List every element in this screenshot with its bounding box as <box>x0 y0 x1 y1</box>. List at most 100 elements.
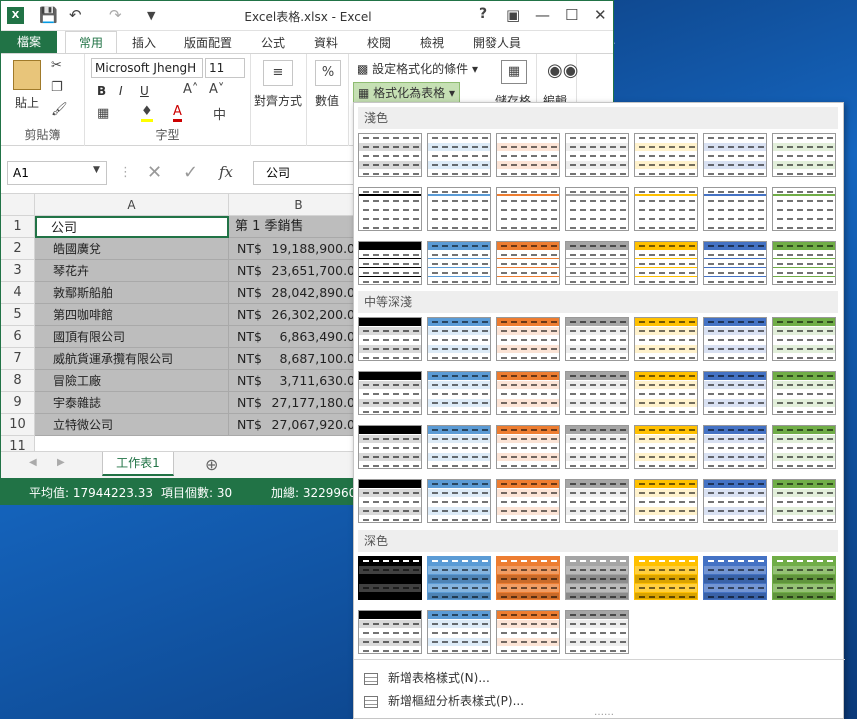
table-style-swatch[interactable] <box>496 241 560 285</box>
format-as-table-button[interactable]: ▦ 格式化為表格 ▾ <box>353 82 461 103</box>
row-header[interactable]: 4 <box>1 282 35 304</box>
cell-a1[interactable]: 公司 <box>35 216 229 238</box>
new-table-style-item[interactable]: 新增表格樣式(N)... <box>364 669 490 686</box>
table-style-swatch[interactable] <box>358 610 422 654</box>
table-style-swatch[interactable] <box>565 610 629 654</box>
tab-formulas[interactable]: 公式 <box>261 34 285 51</box>
table-style-swatch[interactable] <box>496 133 560 177</box>
conditional-formatting-button[interactable]: ▩ 設定格式化的條件 ▾ <box>357 60 478 77</box>
table-style-swatch[interactable] <box>565 425 629 469</box>
tab-data[interactable]: 資料 <box>314 34 338 51</box>
table-style-swatch[interactable] <box>427 187 491 231</box>
table-style-swatch[interactable] <box>634 187 698 231</box>
tab-review[interactable]: 校閱 <box>367 34 391 51</box>
sales-cell[interactable]: NT$ 8,687,100.0 <box>229 348 355 370</box>
table-style-swatch[interactable] <box>703 187 767 231</box>
scroll-right-icon[interactable]: ▶ <box>57 457 65 468</box>
table-style-swatch[interactable] <box>772 479 836 523</box>
sales-cell[interactable]: NT$ 3,711,630.0 <box>229 370 355 392</box>
row-header[interactable]: 5 <box>1 304 35 326</box>
table-style-swatch[interactable] <box>565 556 629 600</box>
company-cell[interactable]: 國頂有限公司 <box>35 326 229 348</box>
table-style-swatch[interactable] <box>358 479 422 523</box>
sheet-tab[interactable]: 工作表1 <box>102 452 174 476</box>
new-pivot-style-item[interactable]: 新增樞紐分析表樣式(P)... <box>364 692 524 709</box>
table-style-swatch[interactable] <box>496 317 560 361</box>
paste-button[interactable]: 貼上 <box>15 94 39 111</box>
alignment-icon[interactable]: ≡ <box>263 60 293 86</box>
table-style-swatch[interactable] <box>772 556 836 600</box>
copy-icon[interactable]: ❐ <box>51 80 63 95</box>
maximize-button[interactable]: ☐ <box>565 6 578 24</box>
table-style-swatch[interactable] <box>358 317 422 361</box>
table-style-swatch[interactable] <box>427 479 491 523</box>
table-style-swatch[interactable] <box>634 241 698 285</box>
column-header-b[interactable]: B <box>229 194 369 216</box>
tab-file[interactable]: 檔案 <box>1 31 57 53</box>
resize-grip-icon[interactable]: …… <box>594 707 614 718</box>
select-all-corner[interactable] <box>1 194 35 216</box>
table-style-swatch[interactable] <box>427 425 491 469</box>
alignment-button[interactable]: 對齊方式 <box>254 92 302 109</box>
tab-insert[interactable]: 插入 <box>132 34 156 51</box>
phonetic-icon[interactable]: 中 <box>213 104 226 123</box>
row-header[interactable]: 3 <box>1 260 35 282</box>
sales-cell[interactable]: NT$ 26,302,200.0 <box>229 304 355 326</box>
cell-b1[interactable]: 第 1 季銷售 <box>229 216 355 238</box>
row-header[interactable]: 8 <box>1 370 35 392</box>
row-header[interactable]: 6 <box>1 326 35 348</box>
cancel-icon[interactable]: ✕ <box>147 162 162 183</box>
table-style-swatch[interactable] <box>703 317 767 361</box>
table-style-swatch[interactable] <box>703 133 767 177</box>
company-cell[interactable]: 威航貨運承攬有限公司 <box>35 348 229 370</box>
enter-icon[interactable]: ✓ <box>183 162 198 183</box>
table-style-swatch[interactable] <box>565 187 629 231</box>
table-style-swatch[interactable] <box>634 479 698 523</box>
add-sheet-icon[interactable]: ⊕ <box>205 455 218 474</box>
minimize-button[interactable]: — <box>535 6 550 24</box>
company-cell[interactable]: 第四咖啡館 <box>35 304 229 326</box>
row-header[interactable]: 2 <box>1 238 35 260</box>
table-style-swatch[interactable] <box>358 371 422 415</box>
table-style-swatch[interactable] <box>358 187 422 231</box>
sales-cell[interactable]: NT$ 27,177,180.0 <box>229 392 355 414</box>
sales-cell[interactable]: NT$ 6,863,490.0 <box>229 326 355 348</box>
table-style-swatch[interactable] <box>496 610 560 654</box>
fill-color-icon[interactable]: ♦ <box>141 104 153 122</box>
row-header[interactable]: 10 <box>1 414 35 436</box>
underline-button[interactable]: U <box>140 84 149 98</box>
company-cell[interactable]: 冒險工廠 <box>35 370 229 392</box>
table-style-swatch[interactable] <box>634 425 698 469</box>
table-style-swatch[interactable] <box>634 371 698 415</box>
sales-cell[interactable]: NT$ 27,067,920.0 <box>229 414 355 436</box>
border-icon[interactable]: ▦ <box>97 106 109 121</box>
company-cell[interactable]: 敦鄢斯船舶 <box>35 282 229 304</box>
font-name-box[interactable]: Microsoft JhengH <box>91 58 203 78</box>
grow-font-icon[interactable]: A˄ <box>183 82 198 97</box>
tab-home[interactable]: 常用 <box>65 31 117 54</box>
percent-icon[interactable]: % <box>315 60 341 86</box>
table-style-swatch[interactable] <box>358 133 422 177</box>
table-style-swatch[interactable] <box>634 133 698 177</box>
table-style-swatch[interactable] <box>703 425 767 469</box>
table-style-swatch[interactable] <box>427 371 491 415</box>
insert-function-icon[interactable]: fx <box>219 163 233 181</box>
format-painter-icon[interactable]: 🖌 <box>51 102 68 117</box>
sales-cell[interactable]: NT$ 28,042,890.0 <box>229 282 355 304</box>
table-style-swatch[interactable] <box>772 317 836 361</box>
table-style-swatch[interactable] <box>496 556 560 600</box>
company-cell[interactable]: 琴花卉 <box>35 260 229 282</box>
table-style-swatch[interactable] <box>565 317 629 361</box>
table-style-swatch[interactable] <box>358 425 422 469</box>
ribbon-display-icon[interactable]: ▣ <box>506 6 520 24</box>
table-style-swatch[interactable] <box>358 556 422 600</box>
table-style-swatch[interactable] <box>703 371 767 415</box>
tab-page-layout[interactable]: 版面配置 <box>184 34 232 51</box>
tab-view[interactable]: 檢視 <box>420 34 444 51</box>
table-style-swatch[interactable] <box>496 479 560 523</box>
scroll-left-icon[interactable]: ◀ <box>29 457 37 468</box>
table-style-swatch[interactable] <box>703 479 767 523</box>
table-style-swatch[interactable] <box>427 133 491 177</box>
cells-icon[interactable]: ▦ <box>501 60 527 84</box>
italic-button[interactable]: I <box>119 84 123 98</box>
